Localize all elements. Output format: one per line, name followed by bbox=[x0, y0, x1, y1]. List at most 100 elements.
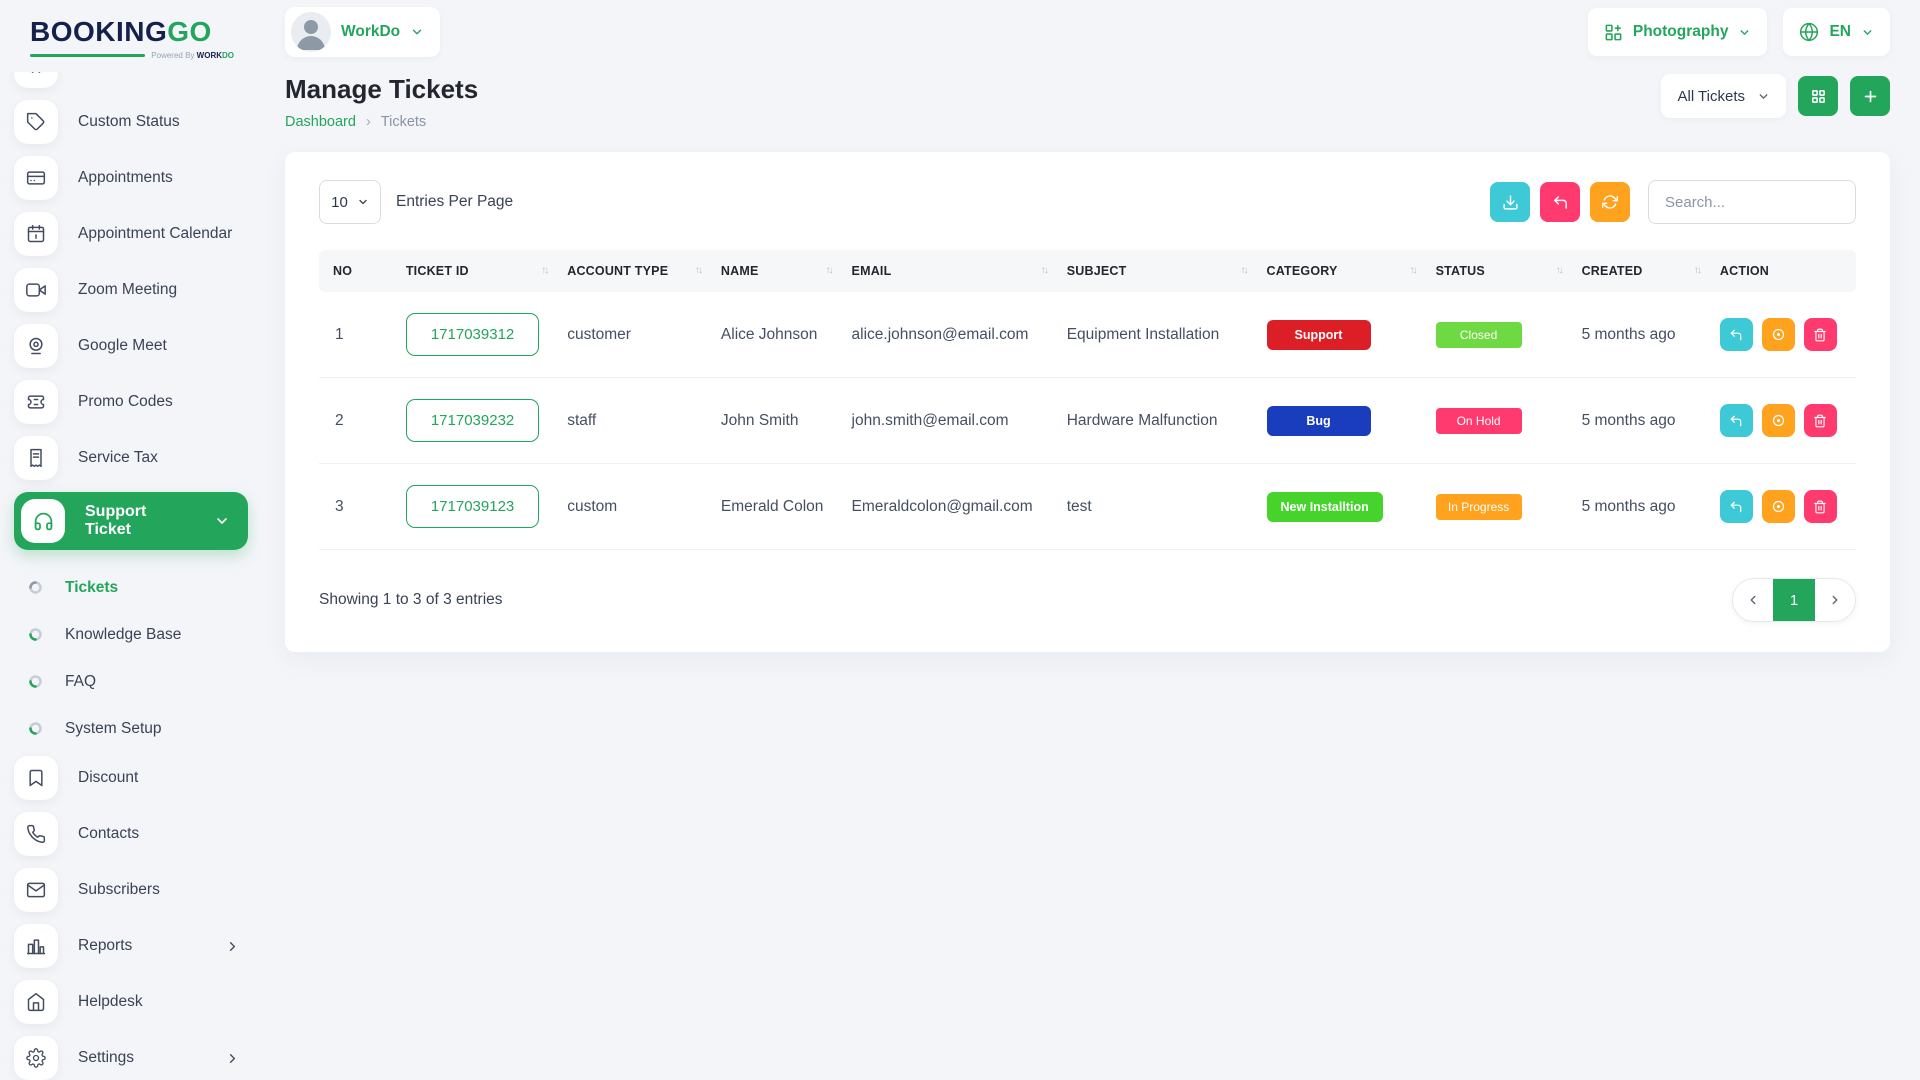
view-button[interactable] bbox=[1762, 404, 1795, 437]
sidebar-item-subscribers[interactable]: Subscribers bbox=[14, 868, 260, 912]
reply-button[interactable] bbox=[1720, 318, 1753, 351]
ticket-id-button[interactable]: 1717039232 bbox=[406, 399, 539, 442]
row-actions bbox=[1720, 404, 1846, 437]
grid-icon bbox=[1810, 88, 1827, 105]
col-header-ticket-id[interactable]: TICKET ID↑↓ bbox=[396, 250, 557, 292]
entries-per-page-select[interactable]: 10 bbox=[319, 180, 381, 224]
sort-icon[interactable]: ↑↓ bbox=[695, 265, 701, 276]
sidebar-item-promo-codes[interactable]: Promo Codes bbox=[14, 380, 260, 424]
refresh-button[interactable] bbox=[1590, 182, 1630, 222]
pagination-page-1[interactable]: 1 bbox=[1773, 579, 1815, 621]
language-code: EN bbox=[1829, 23, 1851, 41]
entries-summary: Showing 1 to 3 of 3 entries bbox=[319, 591, 503, 609]
brand-title: BOOKINGGO bbox=[30, 16, 234, 48]
sidebar-item-label: Support Ticket bbox=[85, 503, 194, 539]
ticket-id-button[interactable]: 1717039123 bbox=[406, 485, 539, 528]
sort-icon[interactable]: ↑↓ bbox=[1041, 265, 1047, 276]
calendar-icon bbox=[14, 212, 58, 256]
sidebar-item-google-meet[interactable]: Google Meet bbox=[14, 324, 260, 368]
sidebar-item-contacts[interactable]: Contacts bbox=[14, 812, 260, 856]
search-input[interactable] bbox=[1648, 180, 1856, 224]
chevron-right-icon bbox=[1828, 593, 1842, 607]
plus-icon bbox=[1862, 88, 1879, 105]
sort-icon[interactable]: ↑↓ bbox=[826, 265, 832, 276]
chevron-right-icon bbox=[225, 1051, 240, 1066]
view-button[interactable] bbox=[1762, 490, 1795, 523]
sidebar-item-label: Appointments bbox=[78, 169, 173, 187]
sidebar-item-custom-status[interactable]: Custom Status bbox=[14, 100, 260, 144]
language-selector[interactable]: EN bbox=[1783, 8, 1890, 56]
reply-icon bbox=[1729, 328, 1743, 342]
submenu-item-label: System Setup bbox=[65, 720, 162, 738]
col-header-category[interactable]: CATEGORY↑↓ bbox=[1257, 250, 1426, 292]
submenu-item-faq[interactable]: FAQ bbox=[28, 658, 260, 705]
logo-underline bbox=[30, 54, 145, 57]
user-menu[interactable]: WorkDo bbox=[285, 7, 440, 57]
table-row: 1 1717039312 customer Alice Johnson alic… bbox=[319, 292, 1856, 378]
sort-icon[interactable]: ↑↓ bbox=[1694, 265, 1700, 276]
table-row: 3 1717039123 custom Emerald Colon Emeral… bbox=[319, 464, 1856, 550]
col-header-name[interactable]: NAME↑↓ bbox=[711, 250, 842, 292]
donut-icon bbox=[28, 674, 43, 689]
delete-button[interactable] bbox=[1804, 404, 1837, 437]
sidebar-item-service-tax[interactable]: Service Tax bbox=[14, 436, 260, 480]
sort-icon[interactable]: ↑↓ bbox=[541, 265, 547, 276]
sidebar-item-appointments[interactable]: Appointments bbox=[14, 156, 260, 200]
col-header-subject[interactable]: SUBJECT↑↓ bbox=[1057, 250, 1257, 292]
gear-icon bbox=[14, 1036, 58, 1080]
view-button[interactable] bbox=[1762, 318, 1795, 351]
col-header-email[interactable]: EMAIL↑↓ bbox=[842, 250, 1057, 292]
bar-chart-icon bbox=[14, 924, 58, 968]
col-header-created[interactable]: CREATED↑↓ bbox=[1572, 250, 1710, 292]
donut-icon bbox=[28, 721, 43, 736]
sidebar-item-reports[interactable]: Reports bbox=[14, 924, 260, 968]
delete-button[interactable] bbox=[1804, 318, 1837, 351]
submenu-item-tickets[interactable]: Tickets bbox=[28, 564, 260, 611]
download-icon bbox=[1502, 194, 1519, 211]
sidebar-item-label: Custom Status bbox=[78, 113, 180, 131]
more-dots-icon bbox=[14, 72, 58, 88]
brand-logo[interactable]: BOOKINGGO Powered By WORKDO bbox=[0, 0, 260, 64]
bookmark-icon bbox=[14, 756, 58, 800]
business-selector[interactable]: Photography bbox=[1588, 8, 1768, 56]
sidebar-item-label: Subscribers bbox=[78, 881, 160, 899]
ticket-id-button[interactable]: 1717039312 bbox=[406, 313, 539, 356]
reply-button[interactable] bbox=[1720, 404, 1753, 437]
row-actions bbox=[1720, 318, 1846, 351]
reply-button[interactable] bbox=[1720, 490, 1753, 523]
sidebar-item-appointment-calendar[interactable]: Appointment Calendar bbox=[14, 212, 260, 256]
card-toolbar: 10 Entries Per Page bbox=[319, 180, 1856, 224]
undo-button[interactable] bbox=[1540, 182, 1580, 222]
export-button[interactable] bbox=[1490, 182, 1530, 222]
pagination-next-button[interactable] bbox=[1815, 579, 1855, 621]
pagination-prev-button[interactable] bbox=[1733, 579, 1773, 621]
tag-icon bbox=[14, 100, 58, 144]
submenu-item-knowledge-base[interactable]: Knowledge Base bbox=[28, 611, 260, 658]
col-header-status[interactable]: STATUS↑↓ bbox=[1426, 250, 1572, 292]
sort-icon[interactable]: ↑↓ bbox=[1410, 265, 1416, 276]
add-ticket-button[interactable] bbox=[1850, 76, 1890, 116]
sidebar-item-zoom-meeting[interactable]: Zoom Meeting bbox=[14, 268, 260, 312]
col-header-action: ACTION bbox=[1710, 250, 1856, 292]
support-ticket-submenu: Tickets Knowledge Base FAQ System Setup bbox=[14, 562, 260, 756]
status-badge: Closed bbox=[1436, 322, 1522, 348]
sidebar-item-support-ticket[interactable]: Support Ticket bbox=[14, 492, 248, 550]
grid-view-button[interactable] bbox=[1798, 76, 1838, 116]
ticket-filter-dropdown[interactable]: All Tickets bbox=[1661, 74, 1786, 118]
sort-icon[interactable]: ↑↓ bbox=[1556, 265, 1562, 276]
chevron-down-icon bbox=[1757, 90, 1770, 103]
sidebar-item-discount[interactable]: Discount bbox=[14, 756, 260, 800]
sidebar-item-settings[interactable]: Settings bbox=[14, 1036, 260, 1080]
sidebar-item-partial[interactable] bbox=[14, 72, 260, 88]
sort-icon[interactable]: ↑↓ bbox=[1241, 265, 1247, 276]
chevron-down-icon bbox=[1738, 26, 1751, 39]
submenu-item-system-setup[interactable]: System Setup bbox=[28, 705, 260, 752]
breadcrumb-current: Tickets bbox=[381, 114, 426, 130]
sidebar-item-helpdesk[interactable]: Helpdesk bbox=[14, 980, 260, 1024]
col-header-account-type[interactable]: ACCOUNT TYPE↑↓ bbox=[557, 250, 711, 292]
cell-email: john.smith@email.com bbox=[842, 378, 1057, 464]
delete-button[interactable] bbox=[1804, 490, 1837, 523]
sidebar-item-label: Google Meet bbox=[78, 337, 167, 355]
row-actions bbox=[1720, 490, 1846, 523]
breadcrumb-dashboard[interactable]: Dashboard bbox=[285, 114, 356, 130]
